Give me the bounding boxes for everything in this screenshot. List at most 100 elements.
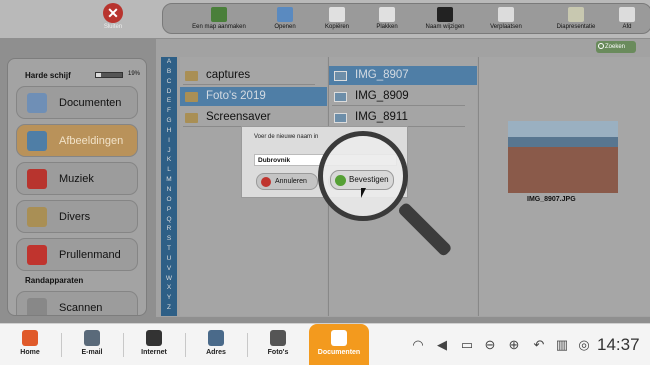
taskbar-internet[interactable]: Internet (124, 324, 184, 365)
images-icon (27, 131, 47, 151)
alphabet-letter[interactable]: E (161, 96, 177, 106)
print-button[interactable]: Afd (617, 7, 637, 33)
close-icon: ✕ (103, 3, 123, 23)
alphabet-letter[interactable]: T (161, 244, 177, 254)
trash-icon[interactable]: ▥ (554, 337, 570, 353)
folder-icon (185, 92, 198, 102)
zoom-in-icon[interactable]: ⊕ (506, 337, 522, 353)
alphabet-letter[interactable]: C (161, 77, 177, 87)
dialog-title: Voer de nieuwe naam in (254, 134, 319, 140)
alphabet-letter[interactable]: X (161, 283, 177, 293)
alphabet-letter[interactable]: O (161, 195, 177, 205)
disk-usage-bar (95, 72, 123, 78)
alphabet-letter[interactable]: V (161, 264, 177, 274)
alphabet-letter[interactable]: Y (161, 293, 177, 303)
taskbar-documents[interactable]: Documenten (309, 324, 369, 365)
alphabet-letter[interactable]: P (161, 205, 177, 215)
music-icon (27, 169, 47, 189)
zoom-out-icon[interactable]: ⊖ (482, 337, 498, 353)
cancel-button[interactable]: Annuleren (256, 173, 318, 190)
folder-icon (27, 207, 47, 227)
alphabet-letter[interactable]: G (161, 116, 177, 126)
alphabet-letter[interactable]: F (161, 106, 177, 116)
alphabet-letter[interactable]: W (161, 274, 177, 284)
copy-label: Kopiëren (324, 24, 350, 30)
sidebar-item-misc[interactable]: Divers (16, 200, 138, 233)
file-row[interactable]: IMG_8909 (329, 87, 477, 106)
sidebar-item-images[interactable]: Afbeeldingen (16, 124, 138, 157)
move-icon (498, 7, 514, 22)
taskbar-photos[interactable]: Foto's (248, 324, 308, 365)
file-row[interactable]: IMG_8907 (329, 66, 477, 85)
preview-sea (508, 137, 618, 147)
taskbar-label: E-mail (81, 349, 103, 356)
volume-icon[interactable]: ◀ (434, 337, 450, 353)
home-icon (22, 330, 38, 346)
alphabet-letter[interactable]: A (161, 57, 177, 67)
taskbar-address[interactable]: Adres (186, 324, 246, 365)
image-file-icon (334, 71, 347, 81)
search-button[interactable]: Zoeken (596, 41, 636, 53)
taskbar-label: Home (20, 349, 40, 356)
folder-name: Screensaver (206, 111, 271, 123)
alphabet-letter[interactable]: Z (161, 303, 177, 313)
alphabet-letter[interactable]: M (161, 175, 177, 185)
new-folder-button[interactable]: Een map aanmaken (189, 7, 249, 33)
alphabet-letter[interactable]: K (161, 155, 177, 165)
sidebar-item-music[interactable]: Muziek (16, 162, 138, 195)
undo-icon[interactable]: ↶ (531, 337, 547, 353)
taskbar-email[interactable]: E-mail (62, 324, 122, 365)
wifi-icon[interactable]: ◠ (410, 337, 426, 353)
trash-icon (27, 245, 47, 265)
file-name: IMG_8911 (355, 111, 408, 123)
sidebar-item-documents[interactable]: Documenten (16, 86, 138, 119)
file-row[interactable]: IMG_8911 (329, 108, 477, 127)
alphabet-letter[interactable]: I (161, 136, 177, 146)
folder-row[interactable]: captures (180, 66, 327, 85)
alphabet-letter[interactable]: R (161, 224, 177, 234)
alphabet-letter[interactable]: L (161, 165, 177, 175)
confirm-button-magnified[interactable]: Bevestigen (330, 170, 394, 190)
folder-row[interactable]: Screensaver (180, 108, 327, 127)
paste-icon (379, 7, 395, 22)
sidebar-item-scan[interactable]: Scannen (16, 291, 138, 315)
alphabet-letter[interactable]: N (161, 185, 177, 195)
folder-row[interactable]: Foto's 2019 (180, 87, 327, 106)
alphabet-letter[interactable]: J (161, 146, 177, 156)
copy-icon (329, 7, 345, 22)
close-label: Sluiten (103, 24, 123, 30)
alphabet-letter[interactable]: H (161, 126, 177, 136)
help-icon[interactable]: ◎ (576, 337, 592, 353)
disk-usage-fill (96, 73, 101, 77)
preview-pane: IMG_8907.JPG (478, 57, 650, 316)
alphabet-letter[interactable]: S (161, 234, 177, 244)
taskbar: Home E-mail Internet Adres Foto's Docume… (0, 323, 650, 365)
folder-icon (185, 71, 198, 81)
alphabet-letter[interactable]: D (161, 87, 177, 97)
open-button[interactable]: Openen (267, 7, 303, 33)
rename-button[interactable]: Naam wijzigen (419, 7, 471, 33)
sidebar-item-label: Muziek (59, 173, 94, 185)
alphabet-letter[interactable]: U (161, 254, 177, 264)
open-icon (277, 7, 293, 22)
battery-icon[interactable]: ▭ (457, 337, 477, 353)
sidebar-item-trash[interactable]: Prullenmand (16, 238, 138, 271)
slideshow-button[interactable]: Diapresentatie (551, 7, 601, 33)
image-file-icon (334, 113, 347, 123)
sidebar-item-label: Scannen (59, 302, 103, 314)
image-preview (508, 121, 618, 193)
alphabet-letter[interactable]: Q (161, 215, 177, 225)
alphabet-letter[interactable]: B (161, 67, 177, 77)
copy-button[interactable]: Kopiëren (319, 7, 355, 33)
close-button[interactable]: ✕ Sluiten (96, 3, 130, 35)
taskbar-label: Adres (206, 349, 226, 356)
move-button[interactable]: Verplaatsen (483, 7, 529, 33)
taskbar-home[interactable]: Home (0, 324, 60, 365)
rename-icon (437, 7, 453, 22)
sidebar-item-label: Documenten (59, 97, 122, 109)
preview-town (508, 147, 618, 193)
preview-filename: IMG_8907.JPG (527, 196, 576, 203)
disk-title: Harde schijf (25, 71, 71, 80)
email-icon (84, 330, 100, 346)
paste-button[interactable]: Plakken (369, 7, 405, 33)
